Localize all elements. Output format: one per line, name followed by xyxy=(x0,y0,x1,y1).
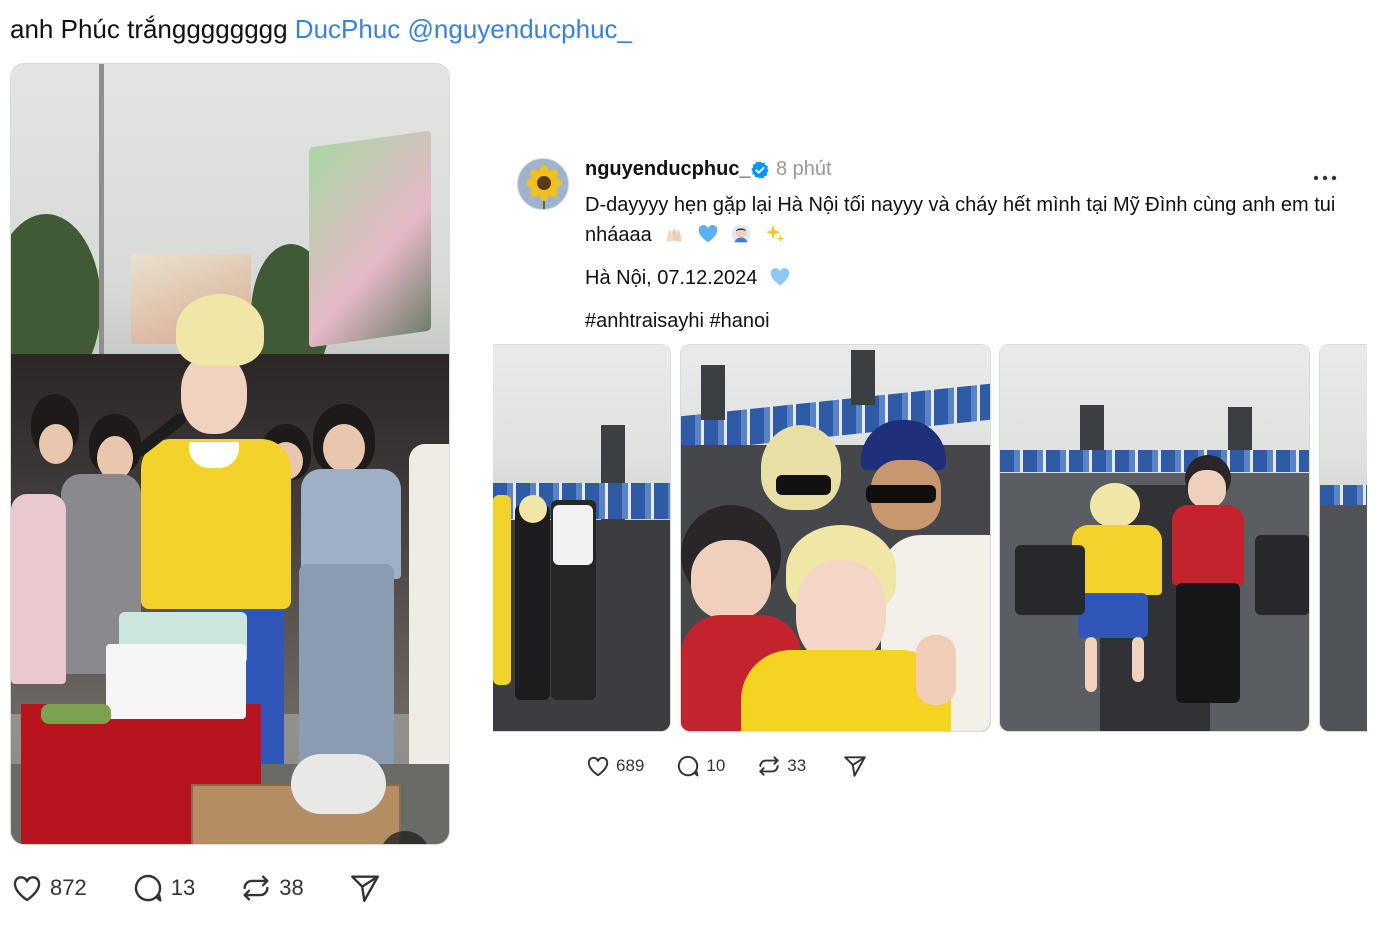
hashtags[interactable]: #anhtraisayhi #hanoi xyxy=(585,306,1355,336)
like-count: 872 xyxy=(50,875,87,900)
crowd-face xyxy=(323,424,365,472)
raised-hands-emoji xyxy=(666,229,682,242)
caption-location: Hà Nội, 07.12.2024 xyxy=(585,263,1355,293)
like-count: 689 xyxy=(616,756,645,775)
repost-button[interactable]: 33 xyxy=(756,753,806,779)
post-text-body: anh Phúc trắngggggggg xyxy=(10,14,295,44)
photo-person xyxy=(493,495,511,685)
carousel-photo[interactable] xyxy=(999,344,1310,732)
blue-shorts xyxy=(1078,593,1148,638)
blue-heart-emoji xyxy=(698,224,718,243)
comment-icon xyxy=(678,755,699,777)
photo-person-head xyxy=(519,495,547,523)
photo-person-face xyxy=(691,540,771,620)
verified-badge xyxy=(750,160,770,185)
video-led-screen xyxy=(309,130,431,348)
crowd-person xyxy=(409,444,449,774)
yellow-shirt xyxy=(1072,525,1162,595)
photo-tower xyxy=(851,350,875,405)
carousel-photo[interactable] xyxy=(680,344,991,732)
photo-person-head xyxy=(761,425,841,510)
send-icon xyxy=(844,756,866,777)
send-icon xyxy=(350,875,379,902)
light-blue-heart-emoji xyxy=(770,267,790,286)
repost-count: 33 xyxy=(787,756,807,775)
more-options-button[interactable] xyxy=(1313,168,1337,186)
crowd-face xyxy=(39,424,73,464)
post-video[interactable] xyxy=(10,63,450,845)
reply-button[interactable]: 10 xyxy=(675,753,725,779)
photo-stands xyxy=(1320,485,1367,505)
reply-count: 13 xyxy=(170,875,196,900)
sunflower-icon xyxy=(526,165,562,209)
reply-button[interactable]: 13 xyxy=(131,871,195,905)
spiderman-suit xyxy=(1172,505,1244,585)
username[interactable]: nguyenducphuc_ xyxy=(585,158,751,181)
heart-icon xyxy=(13,876,41,902)
stage-light xyxy=(1255,535,1309,615)
like-button[interactable]: 872 xyxy=(10,871,87,905)
embedded-post-actions: 689 10 33 xyxy=(585,753,868,779)
carousel-photo[interactable] xyxy=(493,344,671,732)
sunglasses xyxy=(776,475,831,495)
caption-main: D-dayyyy hẹn gặp lại Hà Nội tối nayyy và… xyxy=(585,190,1355,250)
singer-face xyxy=(181,354,247,434)
leg xyxy=(1085,637,1097,692)
repost-count: 38 xyxy=(279,875,304,900)
peace-hand xyxy=(916,635,956,705)
crowd-shirt xyxy=(301,469,401,579)
post-caption: D-dayyyy hẹn gặp lại Hà Nội tối nayyy và… xyxy=(585,190,1355,349)
repost-icon xyxy=(243,875,269,901)
singer-hair xyxy=(176,294,264,366)
mention-name-link[interactable]: DucPhuc xyxy=(295,14,401,44)
photo-tower xyxy=(701,365,725,420)
post-actions: 872 13 38 xyxy=(10,871,382,905)
photo-person-shirt xyxy=(553,505,593,565)
video-pole xyxy=(99,64,104,354)
repost-icon xyxy=(759,756,779,776)
photo-person-head xyxy=(1090,483,1140,528)
man-emoji xyxy=(732,224,751,244)
comment-icon xyxy=(134,874,162,902)
sparkles-emoji xyxy=(765,224,785,243)
video-bottles xyxy=(106,644,246,719)
photo-floor xyxy=(1320,505,1367,731)
reply-count: 10 xyxy=(706,756,726,775)
photo-stands xyxy=(1000,450,1309,472)
verified-icon xyxy=(751,161,769,179)
stage-light xyxy=(1015,545,1085,615)
speaker-muted-icon xyxy=(392,843,418,845)
photo-person-face xyxy=(1188,470,1226,508)
sunglasses xyxy=(866,485,936,503)
carousel-photo[interactable] xyxy=(1319,344,1367,732)
share-button[interactable] xyxy=(842,753,868,779)
mention-handle-link[interactable]: @nguyenducphuc_ xyxy=(408,14,632,44)
crowd-shirt xyxy=(11,494,66,684)
video-fruit xyxy=(41,704,111,724)
video-bag-white xyxy=(291,754,386,814)
location-date: Hà Nội, 07.12.2024 xyxy=(585,267,758,289)
post-time: 8 phút xyxy=(776,158,832,180)
photo-person xyxy=(515,505,550,700)
like-button[interactable]: 689 xyxy=(585,753,644,779)
repost-button[interactable]: 38 xyxy=(239,871,304,905)
post-text: anh Phúc trắngggggggg DucPhuc @nguyenduc… xyxy=(10,12,632,46)
leg xyxy=(1132,637,1144,682)
more-icon xyxy=(1313,175,1337,181)
black-pants xyxy=(1176,583,1240,703)
share-button[interactable] xyxy=(348,871,382,905)
avatar[interactable] xyxy=(517,158,569,210)
heart-icon xyxy=(587,756,609,777)
photo-tower xyxy=(1080,405,1104,455)
